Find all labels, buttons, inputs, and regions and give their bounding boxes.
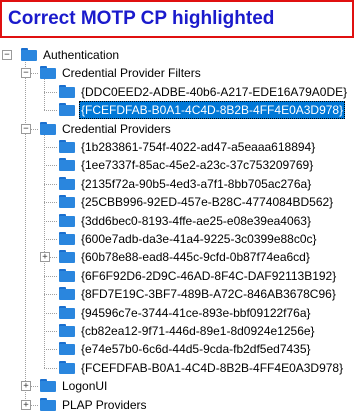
folder-icon [59,268,75,282]
folder-icon [59,342,75,356]
folder-icon [59,176,75,190]
folder-icon [59,84,75,98]
folder-icon [59,250,75,264]
tree-node-provider-item[interactable]: {1b283861-754f-4022-ad47-a5eaaa618894} [0,138,358,156]
folder-icon [59,232,75,245]
tree-node-provider-item[interactable]: {6F6F92D6-2D9C-46AD-8F4C-DAF92113B192} [0,267,358,285]
tree-node-provider-item[interactable]: {3dd6bec0-8193-4ffe-ae25-e08e39ea4063} [0,212,358,230]
tree-node-provider-item[interactable]: {600e7adb-da3e-41a4-9225-3c0399e88c0c} [0,230,358,248]
tree-node-filter-item[interactable]: {FCEFDFAB-B0A1-4C4D-8B2B-4FF4E0A3D978} [0,101,358,120]
tree-node-filter-item[interactable]: {DDC0EED2-ADBE-40b6-A217-EDE16A79A0DE} [0,83,358,101]
tree-node-provider-item[interactable]: {25CBB996-92ED-457e-B28C-4774084BD562} [0,193,358,211]
tree-expander-icon[interactable]: − [2,50,12,60]
tree-node-provider-item[interactable]: {cb82ea12-9f71-446d-89e1-8d0924e1256e} [0,322,358,340]
tree-node-label: {25CBB996-92ED-457e-B28C-4774084BD562} [81,195,334,210]
folder-icon [59,305,75,319]
folder-icon [59,158,75,172]
tree-expander-icon[interactable]: − [21,123,31,134]
tree-expander-icon[interactable]: − [21,68,31,79]
annotation-banner: Correct MOTP CP highlighted [0,0,354,38]
tree-node-label: {3dd6bec0-8193-4ffe-ae25-e08e39ea4063} [81,213,311,228]
folder-icon [59,360,75,374]
tree-node-authentication[interactable]: − Authentication [0,46,358,64]
tree-node-label: {1b283861-754f-4022-ad47-a5eaaa618894} [81,140,316,154]
tree-node-label: {8FD7E19C-3BF7-489B-A72C-846AB3678C96} [81,287,336,302]
folder-icon [21,48,37,61]
tree-node-provider-item[interactable]: + {60b78e88-ead8-445c-9cfd-0b87f74ea6cd} [0,248,358,266]
tree-expander-icon[interactable]: + [40,252,50,263]
tree-node-provider-item[interactable]: {FCEFDFAB-B0A1-4C4D-8B2B-4FF4E0A3D978} [0,359,358,377]
tree-node-label: {1ee7337f-85ac-45e2-a23c-37c753209769} [81,158,314,173]
tree-node-label-selected: {FCEFDFAB-B0A1-4C4D-8B2B-4FF4E0A3D978} [79,101,346,120]
tree-node-credential-provider-filters[interactable]: − Credential Provider Filters [0,64,358,82]
tree-node-label: {600e7adb-da3e-41a4-9225-3c0399e88c0c} [81,232,317,246]
tree-node-provider-item[interactable]: {94596c7e-3744-41ce-893e-bbf09122f76a} [0,304,358,322]
tree-node-label: {6F6F92D6-2D9C-46AD-8F4C-DAF92113B192} [81,268,337,283]
tree-expander-icon[interactable]: + [21,381,31,392]
tree-node-label: {2135f72a-90b5-4ed3-a7f1-8bb705ac276a} [81,176,312,191]
folder-icon [59,195,75,209]
folder-icon [40,397,56,411]
tree-node-provider-item[interactable]: {2135f72a-90b5-4ed3-a7f1-8bb705ac276a} [0,175,358,193]
tree-node-label: {DDC0EED2-ADBE-40b6-A217-EDE16A79A0DE} [81,84,348,99]
folder-icon [59,103,75,117]
tree-node-credential-providers[interactable]: − Credential Providers [0,120,358,138]
folder-icon [40,66,56,80]
tree-node-label: {FCEFDFAB-B0A1-4C4D-8B2B-4FF4E0A3D978} [81,360,344,375]
folder-icon [59,213,75,227]
tree-node-label: Credential Provider Filters [62,66,201,81]
registry-tree: − Authentication − Credential Provider Filt… [0,44,358,412]
folder-icon [59,140,75,153]
tree-node-label: Credential Providers [62,121,171,136]
tree-node-provider-item[interactable]: {e74e57b0-6c6d-44d5-9cda-fb2df5ed7435} [0,340,358,358]
tree-node-label: {60b78e88-ead8-445c-9cfd-0b87f74ea6cd} [81,250,310,265]
tree-node-label: LogonUI [62,379,108,394]
tree-node-provider-item[interactable]: {8FD7E19C-3BF7-489B-A72C-846AB3678C96} [0,285,358,303]
tree-node-provider-item[interactable]: {1ee7337f-85ac-45e2-a23c-37c753209769} [0,156,358,174]
tree-node-label: {94596c7e-3744-41ce-893e-bbf09122f76a} [81,305,311,320]
folder-icon [40,121,56,135]
tree-node-label: {e74e57b0-6c6d-44d5-9cda-fb2df5ed7435} [81,342,311,357]
folder-icon [40,379,56,393]
tree-node-label: Authentication [43,48,120,62]
tree-node-logonui[interactable]: + LogonUI [0,377,358,395]
tree-node-label: {cb82ea12-9f71-446d-89e1-8d0924e1256e} [81,324,315,338]
folder-icon [59,287,75,301]
folder-icon [59,324,75,337]
annotation-text: Correct MOTP CP highlighted [8,8,275,29]
